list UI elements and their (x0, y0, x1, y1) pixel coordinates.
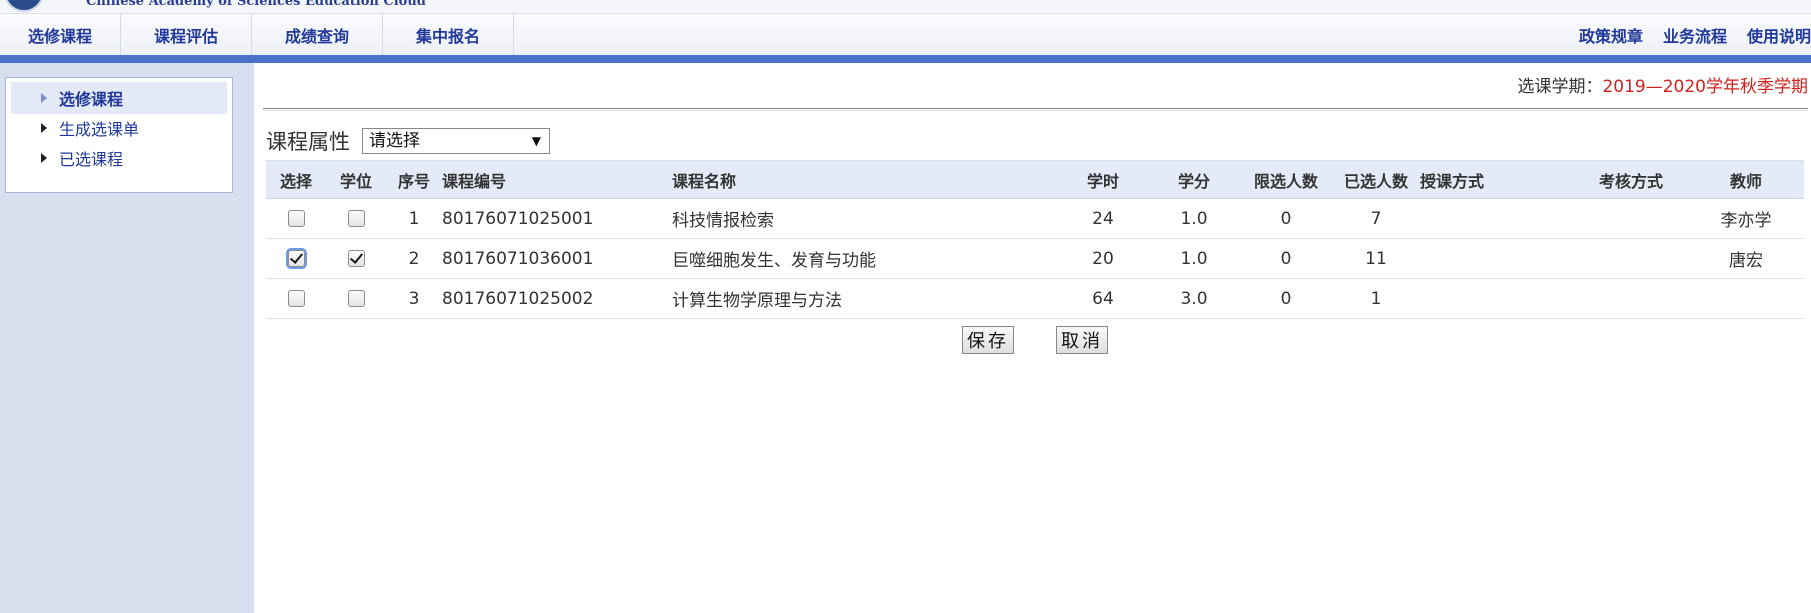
cell-exam (1574, 278, 1688, 319)
logo-strip: Chinese Academy of Sciences Education Cl… (0, 0, 1811, 13)
col-header-degree: 学位 (326, 160, 386, 199)
cell-exam (1574, 238, 1688, 279)
triangle-right-icon (41, 123, 47, 133)
sidebar: 选修课程 生成选课单 已选课程 (0, 63, 254, 613)
col-header-name: 课程名称 (672, 160, 1058, 199)
col-header-limit: 限选人数 (1240, 160, 1332, 199)
select-checkbox[interactable] (287, 290, 305, 307)
cell-credits: 3.0 (1148, 278, 1240, 319)
col-header-enrolled: 已选人数 (1332, 160, 1420, 199)
sidebar-item-elective-courses[interactable]: 选修课程 (11, 82, 227, 114)
nav-accent-bar (0, 55, 1811, 63)
cell-course-code-link[interactable]: 80176071025002 (442, 278, 672, 319)
cell-exam (1574, 198, 1688, 239)
degree-checkbox[interactable] (347, 290, 365, 307)
col-header-credits: 学分 (1148, 160, 1240, 199)
nav-course-evaluation[interactable]: 课程评估 (121, 14, 252, 55)
sidebar-item-selected-courses[interactable]: 已选课程 (11, 142, 227, 174)
nav-policy[interactable]: 政策规章 (1579, 23, 1643, 47)
nav-grade-query[interactable]: 成绩查询 (252, 14, 383, 55)
cell-seq: 2 (386, 238, 442, 279)
sidebar-menu: 选修课程 生成选课单 已选课程 (5, 77, 233, 193)
course-table: 选择 学位 序号 课程编号 课程名称 学时 学分 限选人数 已选人数 授课方式 … (266, 160, 1804, 319)
select-value: 请选择 (369, 131, 420, 151)
cell-enrolled: 1 (1332, 278, 1420, 319)
table-row: 1 80176071025001 科技情报检索 24 1.0 0 7 李亦学 (266, 198, 1804, 239)
cell-course-name-link[interactable]: 巨噬细胞发生、发育与功能 (672, 238, 1058, 279)
term-value: 2019—2020学年秋季学期 (1602, 77, 1808, 97)
filter-label: 课程属性 (266, 130, 350, 154)
cell-credits: 1.0 (1148, 238, 1240, 279)
cancel-button[interactable]: 取消 (1056, 326, 1108, 354)
cell-teacher-link[interactable]: 唐宏 (1688, 238, 1804, 279)
cell-credits: 1.0 (1148, 198, 1240, 239)
table-header-row: 选择 学位 序号 课程编号 课程名称 学时 学分 限选人数 已选人数 授课方式 … (266, 160, 1804, 199)
cell-teacher-link[interactable]: 李亦学 (1688, 198, 1804, 239)
nav-right-group: 政策规章 业务流程 使用说明 (1559, 14, 1811, 55)
nav-help[interactable]: 使用说明 (1747, 23, 1811, 47)
select-checkbox[interactable] (285, 248, 307, 269)
cell-course-code-link[interactable]: 80176071036001 (442, 238, 672, 279)
sidebar-item-label: 生成选课单 (59, 120, 140, 139)
save-button[interactable]: 保存 (962, 326, 1014, 354)
cell-hours: 20 (1058, 238, 1148, 279)
term-label: 选课学期： (1517, 77, 1603, 97)
logo-subtitle: Chinese Academy of Sciences Education Cl… (86, 0, 426, 9)
cell-mode (1420, 198, 1574, 239)
cell-seq: 1 (386, 198, 442, 239)
cell-course-code-link[interactable]: 80176071025001 (442, 198, 672, 239)
cell-enrolled: 11 (1332, 238, 1420, 279)
divider (263, 108, 1808, 111)
nav-elective-courses[interactable]: 选修课程 (0, 14, 121, 55)
degree-checkbox[interactable] (347, 250, 365, 267)
sidebar-item-label: 已选课程 (59, 150, 124, 169)
col-header-mode: 授课方式 (1420, 160, 1574, 199)
cell-teacher-link[interactable] (1688, 278, 1804, 319)
table-row: 2 80176071036001 巨噬细胞发生、发育与功能 20 1.0 0 1… (266, 238, 1804, 279)
cell-mode (1420, 278, 1574, 319)
cell-seq: 3 (386, 278, 442, 319)
col-header-exam: 考核方式 (1574, 160, 1688, 199)
cell-hours: 64 (1058, 278, 1148, 319)
nav-left-group: 选修课程 课程评估 成绩查询 集中报名 (0, 14, 514, 55)
triangle-right-icon (41, 153, 47, 163)
action-buttons: 保存 取消 (962, 326, 1150, 354)
select-checkbox[interactable] (287, 210, 305, 227)
dropdown-arrow-icon: ▼ (531, 134, 541, 148)
cas-emblem-icon (4, 0, 44, 12)
cell-limit: 0 (1240, 278, 1332, 319)
degree-checkbox[interactable] (347, 210, 365, 227)
nav-workflow[interactable]: 业务流程 (1663, 23, 1727, 47)
cell-course-name-link[interactable]: 科技情报检索 (672, 198, 1058, 239)
col-header-teacher: 教师 (1688, 160, 1804, 199)
cell-enrolled: 7 (1332, 198, 1420, 239)
cell-hours: 24 (1058, 198, 1148, 239)
main-nav: 选修课程 课程评估 成绩查询 集中报名 政策规章 业务流程 使用说明 (0, 13, 1811, 55)
nav-group-registration[interactable]: 集中报名 (383, 14, 514, 55)
col-header-select: 选择 (266, 160, 326, 199)
table-row: 3 80176071025002 计算生物学原理与方法 64 3.0 0 1 (266, 278, 1804, 319)
cell-course-name-link[interactable]: 计算生物学原理与方法 (672, 278, 1058, 319)
triangle-right-icon (41, 93, 47, 103)
course-attribute-select[interactable]: 请选择 ▼ (362, 128, 550, 154)
term-info: 选课学期：2019—2020学年秋季学期 (263, 72, 1808, 100)
col-header-seq: 序号 (386, 160, 442, 199)
filter-row: 课程属性 请选择 ▼ (266, 126, 550, 156)
cell-limit: 0 (1240, 198, 1332, 239)
col-header-code: 课程编号 (442, 160, 672, 199)
col-header-hours: 学时 (1058, 160, 1148, 199)
sidebar-item-generate-list[interactable]: 生成选课单 (11, 112, 227, 144)
cell-mode (1420, 238, 1574, 279)
cell-limit: 0 (1240, 238, 1332, 279)
sidebar-item-label: 选修课程 (59, 90, 124, 109)
